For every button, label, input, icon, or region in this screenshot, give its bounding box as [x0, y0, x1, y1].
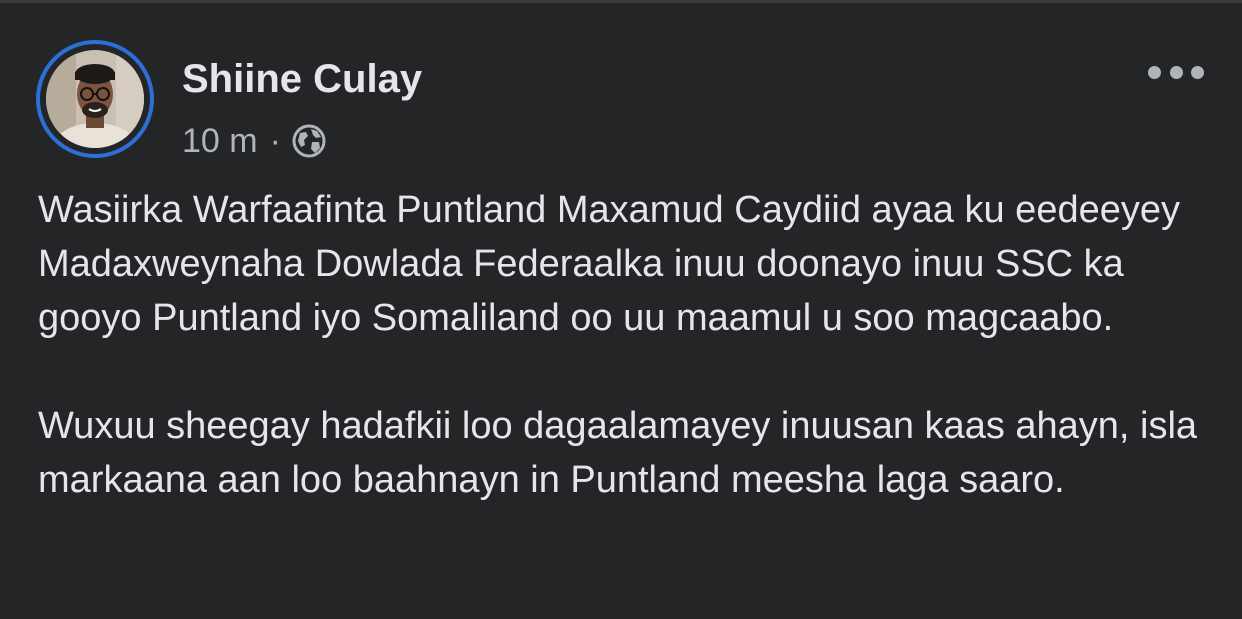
dot-shape [1191, 65, 1204, 79]
post-paragraph: Wasiirka Warfaafinta Puntland Maxamud Ca… [38, 189, 1180, 339]
author-name[interactable]: Shiine Culay [182, 55, 422, 103]
avatar[interactable] [36, 40, 154, 158]
globe-icon[interactable] [291, 123, 327, 159]
post-body: Wasiirka Warfaafinta Puntland Maxamud Ca… [38, 183, 1218, 507]
dot-shape [1148, 65, 1161, 79]
post-card: Shiine Culay 10 m · Wasiirka Warfaafinta… [0, 0, 1242, 619]
post-paragraph: Wuxuu sheegay hadafkii loo dagaalamayey … [38, 405, 1198, 501]
more-options-icon[interactable] [1148, 58, 1204, 86]
dot-shape [1169, 65, 1183, 79]
profile-photo [46, 50, 144, 148]
post-timestamp[interactable]: 10 m [182, 122, 258, 161]
meta-separator: · [269, 121, 281, 160]
post-meta: 10 m · [182, 119, 327, 163]
